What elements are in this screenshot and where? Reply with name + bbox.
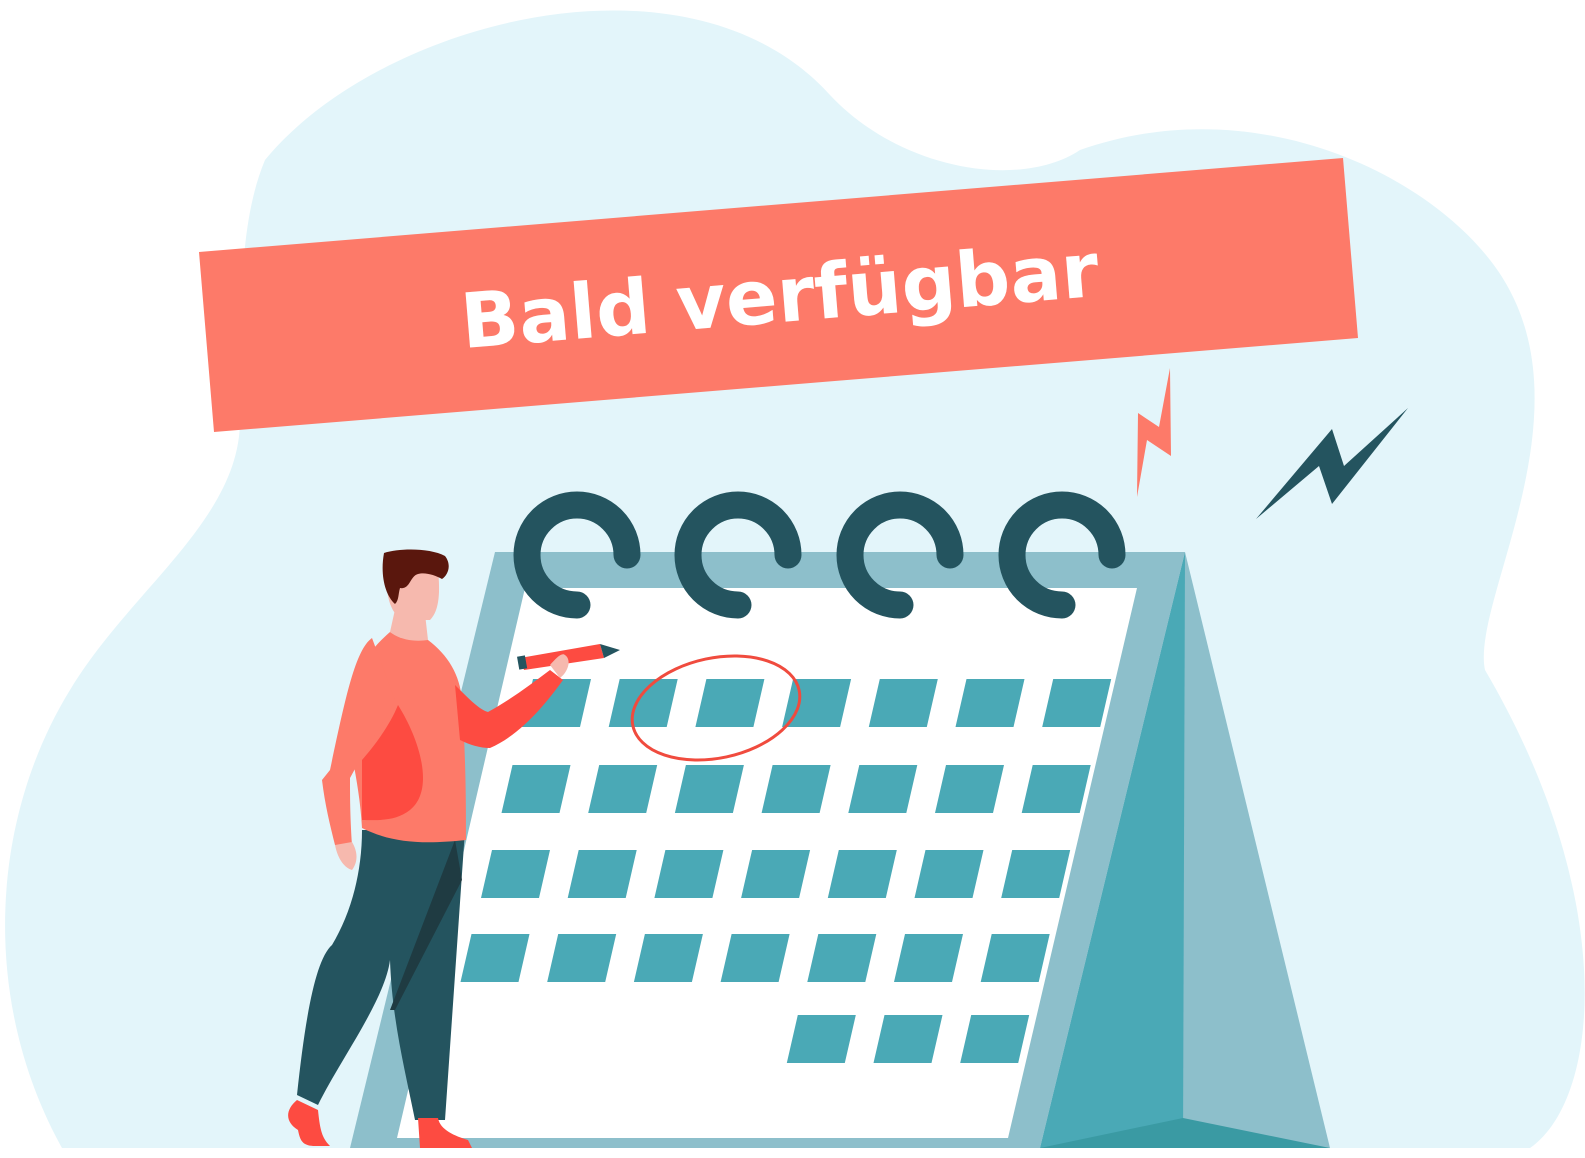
calendar-day-cell [1021,765,1091,813]
calendar-day-cell [1001,850,1071,898]
calendar-day-cell [654,850,724,898]
calendar-day-cell [955,679,1025,727]
calendar-day-cell [547,934,617,982]
calendar-day-cell [695,679,765,727]
calendar-day-cell [868,679,938,727]
calendar-day-cell [807,934,877,982]
calendar-day-cell [960,1015,1030,1063]
calendar-day-cell [894,934,963,982]
calendar-day-cell [588,765,658,813]
calendar-day-cell [935,765,1004,813]
calendar-icon [350,491,1330,1148]
calendar-day-cell [786,1015,856,1063]
calendar-day-cell [848,765,918,813]
coming-soon-illustration: Bald verfügbar [5,10,1585,1149]
calendar-day-cell [608,679,678,727]
illustration-scene: Bald verfügbar [0,0,1585,1158]
calendar-day-cell [720,934,790,982]
calendar-day-cell [481,850,550,898]
calendar-day-cell [501,765,571,813]
calendar-day-cell [633,934,703,982]
calendar-day-cell [1042,679,1112,727]
calendar-day-cell [980,934,1050,982]
calendar-day-cell [914,850,984,898]
calendar-day-cell [827,850,897,898]
calendar-day-cell [873,1015,943,1063]
calendar-day-cell [460,934,530,982]
calendar-day-cell [761,765,831,813]
calendar-day-cell [567,850,637,898]
calendar-day-cell [741,850,811,898]
calendar-day-cell [674,765,744,813]
